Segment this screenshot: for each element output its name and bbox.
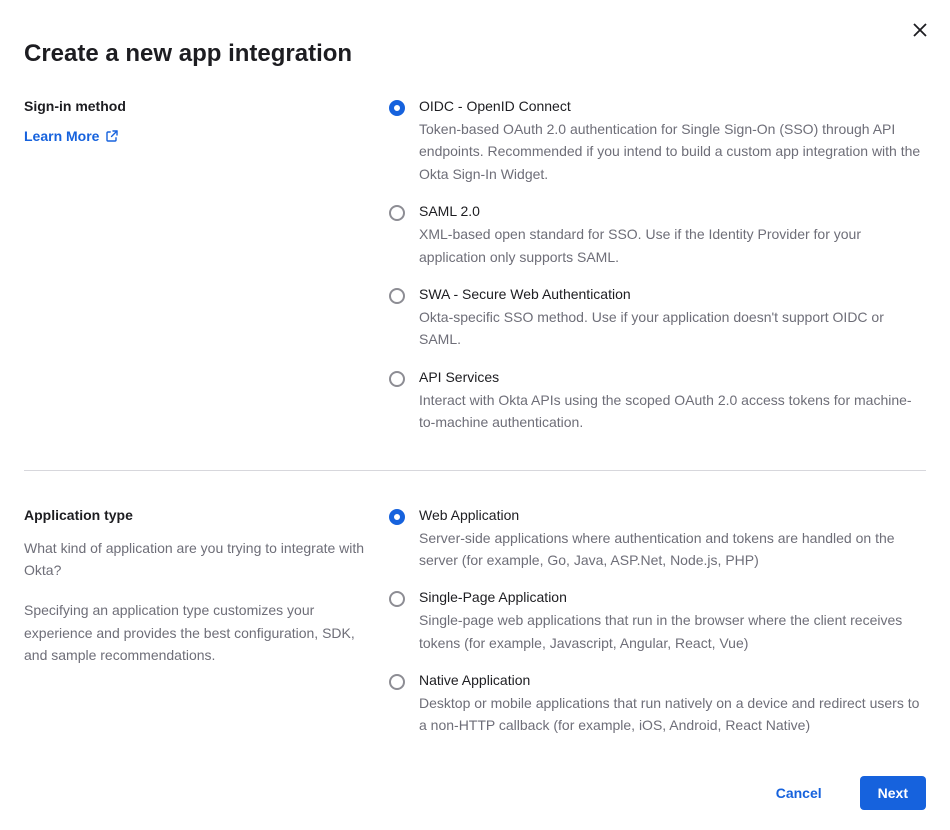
section-application-type: Application type What kind of applicatio… [24,507,926,773]
radio-desc: Server-side applications where authentic… [419,527,926,572]
radio-input[interactable] [389,371,405,387]
radio-desc: Single-page web applications that run in… [419,609,926,654]
radio-title: OIDC - OpenID Connect [419,98,926,114]
radio-title: Web Application [419,507,926,523]
radio-desc: Okta-specific SSO method. Use if your ap… [419,306,926,351]
radio-input[interactable] [389,205,405,221]
section-left: Sign-in method Learn More [24,98,369,434]
create-app-modal: Create a new app integration Sign-in met… [0,0,950,830]
modal-title: Create a new app integration [24,24,926,68]
radio-title: Native Application [419,672,926,688]
radio-content: Single-Page Application Single-page web … [419,589,926,654]
learn-more-link[interactable]: Learn More [24,128,119,144]
section-signin-method: Sign-in method Learn More OIDC - OpenID … [24,98,926,470]
radio-title: SAML 2.0 [419,203,926,219]
radio-input[interactable] [389,100,405,116]
radio-option-spa[interactable]: Single-Page Application Single-page web … [389,589,926,654]
radio-desc: XML-based open standard for SSO. Use if … [419,223,926,268]
apptype-help-1: What kind of application are you trying … [24,537,369,582]
radio-option-swa[interactable]: SWA - Secure Web Authentication Okta-spe… [389,286,926,351]
radio-input[interactable] [389,591,405,607]
radio-desc: Interact with Okta APIs using the scoped… [419,389,926,434]
signin-options: OIDC - OpenID Connect Token-based OAuth … [389,98,926,434]
radio-title: Single-Page Application [419,589,926,605]
radio-content: Web Application Server-side applications… [419,507,926,572]
radio-content: Native Application Desktop or mobile app… [419,672,926,737]
radio-input[interactable] [389,288,405,304]
radio-option-api-services[interactable]: API Services Interact with Okta APIs usi… [389,369,926,434]
radio-input[interactable] [389,674,405,690]
learn-more-text: Learn More [24,128,99,144]
radio-option-saml[interactable]: SAML 2.0 XML-based open standard for SSO… [389,203,926,268]
next-button[interactable]: Next [860,776,926,810]
radio-title: API Services [419,369,926,385]
cancel-button[interactable]: Cancel [758,776,840,810]
section-divider [24,470,926,471]
radio-content: API Services Interact with Okta APIs usi… [419,369,926,434]
radio-input[interactable] [389,509,405,525]
radio-content: SAML 2.0 XML-based open standard for SSO… [419,203,926,268]
radio-option-web-app[interactable]: Web Application Server-side applications… [389,507,926,572]
radio-title: SWA - Secure Web Authentication [419,286,926,302]
radio-content: SWA - Secure Web Authentication Okta-spe… [419,286,926,351]
section-left: Application type What kind of applicatio… [24,507,369,737]
radio-content: OIDC - OpenID Connect Token-based OAuth … [419,98,926,185]
radio-option-oidc[interactable]: OIDC - OpenID Connect Token-based OAuth … [389,98,926,185]
modal-footer: Cancel Next [758,776,926,810]
radio-option-native-app[interactable]: Native Application Desktop or mobile app… [389,672,926,737]
apptype-label: Application type [24,507,369,523]
apptype-help-2: Specifying an application type customize… [24,599,369,666]
radio-desc: Desktop or mobile applications that run … [419,692,926,737]
radio-desc: Token-based OAuth 2.0 authentication for… [419,118,926,185]
apptype-options: Web Application Server-side applications… [389,507,926,737]
signin-method-label: Sign-in method [24,98,369,114]
external-link-icon [105,129,119,143]
close-icon[interactable] [912,22,928,38]
